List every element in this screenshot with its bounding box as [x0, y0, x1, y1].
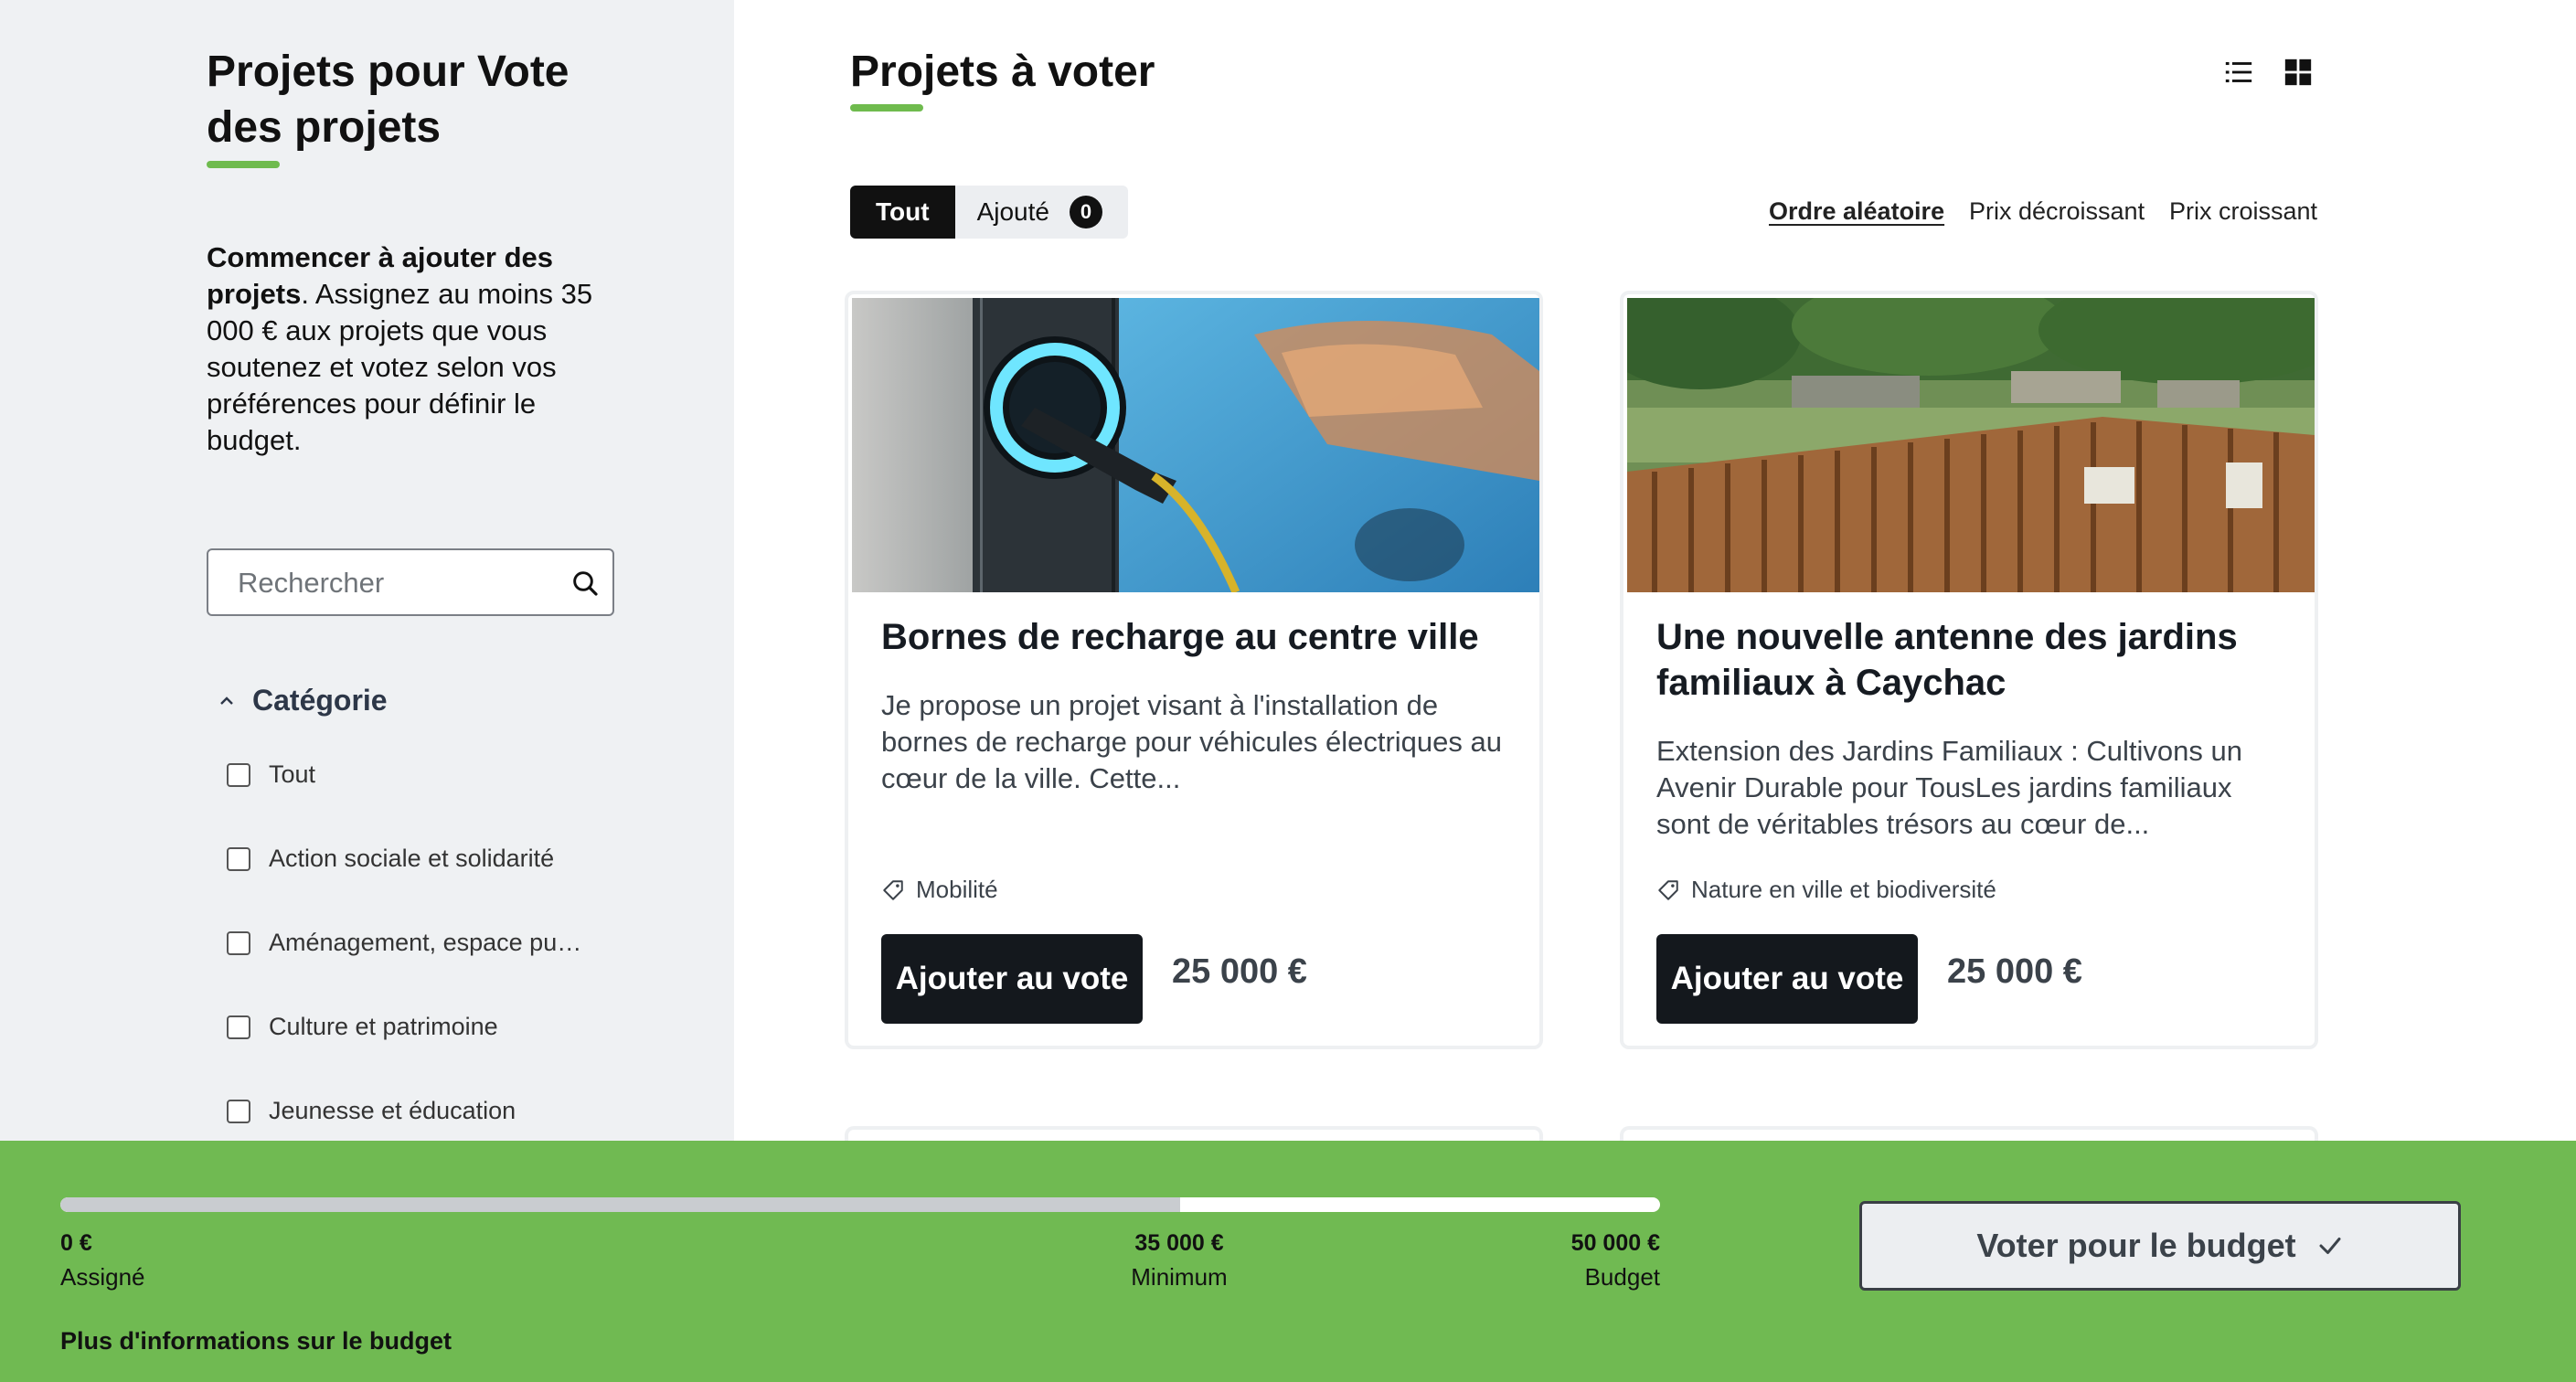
filter-tabs: Tout Ajouté 0 — [850, 186, 1128, 239]
assigned-label: Assigné — [60, 1263, 145, 1291]
category-label: Tout — [269, 760, 316, 788]
sort-price-desc[interactable]: Prix décroissant — [1969, 197, 2145, 226]
checkbox[interactable] — [227, 1099, 250, 1123]
page-title: Projets à voter — [850, 48, 1155, 96]
assigned-value: 0 € — [60, 1230, 92, 1256]
tag-icon — [883, 879, 903, 900]
sidebar-title: Projets pour Vote des projets — [207, 48, 569, 152]
check-icon — [2319, 1238, 2341, 1254]
tag-label: Nature en ville et biodiversité — [1691, 876, 1996, 903]
list-view-icon[interactable] — [2223, 57, 2254, 88]
project-card: Une nouvelle antenne des jardins familia… — [1620, 291, 2318, 1049]
category-toggle[interactable]: Catégorie — [218, 684, 388, 718]
project-image-ev-charger — [852, 298, 1539, 592]
budget-value: 50 000 € — [1570, 1230, 1660, 1256]
category-label: Aménagement, espace pu… — [269, 929, 582, 956]
filter-added-label: Ajouté — [976, 197, 1049, 226]
grid-view-icon[interactable] — [2283, 57, 2314, 88]
intro-text: Commencer à ajouter des projets. Assigne… — [207, 239, 600, 459]
category-item-amenagement[interactable]: Aménagement, espace pu… — [227, 929, 581, 957]
added-count-badge: 0 — [1069, 196, 1102, 229]
category-heading: Catégorie — [252, 684, 388, 717]
project-description: Extension des Jardins Familiaux : Cultiv… — [1656, 735, 2242, 840]
budget-progress-bar — [60, 1197, 1660, 1212]
project-title[interactable]: Une nouvelle antenne des jardins familia… — [1656, 614, 2278, 706]
minimum-value: 35 000 € — [1134, 1230, 1224, 1256]
title-underline — [207, 161, 280, 168]
title-underline — [850, 104, 923, 112]
project-tag: Nature en ville et biodiversité — [1656, 876, 1996, 904]
tag-icon — [1658, 879, 1678, 900]
category-label: Action sociale et solidarité — [269, 845, 555, 872]
budget-minimum-fill — [60, 1197, 1180, 1212]
project-title[interactable]: Bornes de recharge au centre ville — [881, 614, 1503, 660]
add-to-vote-button[interactable]: Ajouter au vote — [1656, 934, 1918, 1024]
project-description: Je propose un projet visant à l'installa… — [881, 689, 1502, 794]
project-tag: Mobilité — [881, 876, 998, 904]
project-price: 25 000 € — [1947, 952, 2082, 991]
tag-label: Mobilité — [916, 876, 998, 903]
category-item-jeunesse[interactable]: Jeunesse et éducation — [227, 1097, 516, 1125]
category-item-tout[interactable]: Tout — [227, 760, 315, 789]
category-item-culture[interactable]: Culture et patrimoine — [227, 1013, 498, 1041]
category-item-action-sociale[interactable]: Action sociale et solidarité — [227, 845, 554, 873]
minimum-label: Minimum — [1131, 1263, 1228, 1291]
search-icon[interactable] — [570, 569, 600, 598]
checkbox[interactable] — [227, 930, 250, 955]
sort-random[interactable]: Ordre aléatoire — [1769, 197, 1944, 226]
checkbox[interactable] — [227, 846, 250, 871]
checkbox[interactable] — [227, 762, 250, 787]
more-info-link[interactable]: Plus d'informations sur le budget — [60, 1327, 452, 1355]
project-card: Bornes de recharge au centre ville Je pr… — [845, 291, 1543, 1049]
category-label: Jeunesse et éducation — [269, 1097, 516, 1124]
sort-price-asc[interactable]: Prix croissant — [2169, 197, 2317, 226]
vote-button-label: Voter pour le budget — [1976, 1227, 2296, 1264]
budget-label: Budget — [1584, 1263, 1660, 1291]
project-image-gardens — [1627, 298, 2315, 592]
project-price: 25 000 € — [1172, 952, 1307, 991]
search-box[interactable] — [207, 548, 614, 616]
checkbox[interactable] — [227, 1015, 250, 1039]
chevron-up-icon — [220, 696, 233, 705]
filter-added-tab[interactable]: Ajouté 0 — [955, 186, 1128, 239]
category-label: Culture et patrimoine — [269, 1013, 498, 1040]
budget-footer: 0 € Assigné 35 000 € Minimum 50 000 € Bu… — [0, 1141, 2576, 1382]
vote-budget-button[interactable]: Voter pour le budget — [1859, 1201, 2461, 1291]
search-input[interactable] — [236, 563, 541, 603]
filter-all-tab[interactable]: Tout — [850, 186, 955, 239]
add-to-vote-button[interactable]: Ajouter au vote — [881, 934, 1143, 1024]
